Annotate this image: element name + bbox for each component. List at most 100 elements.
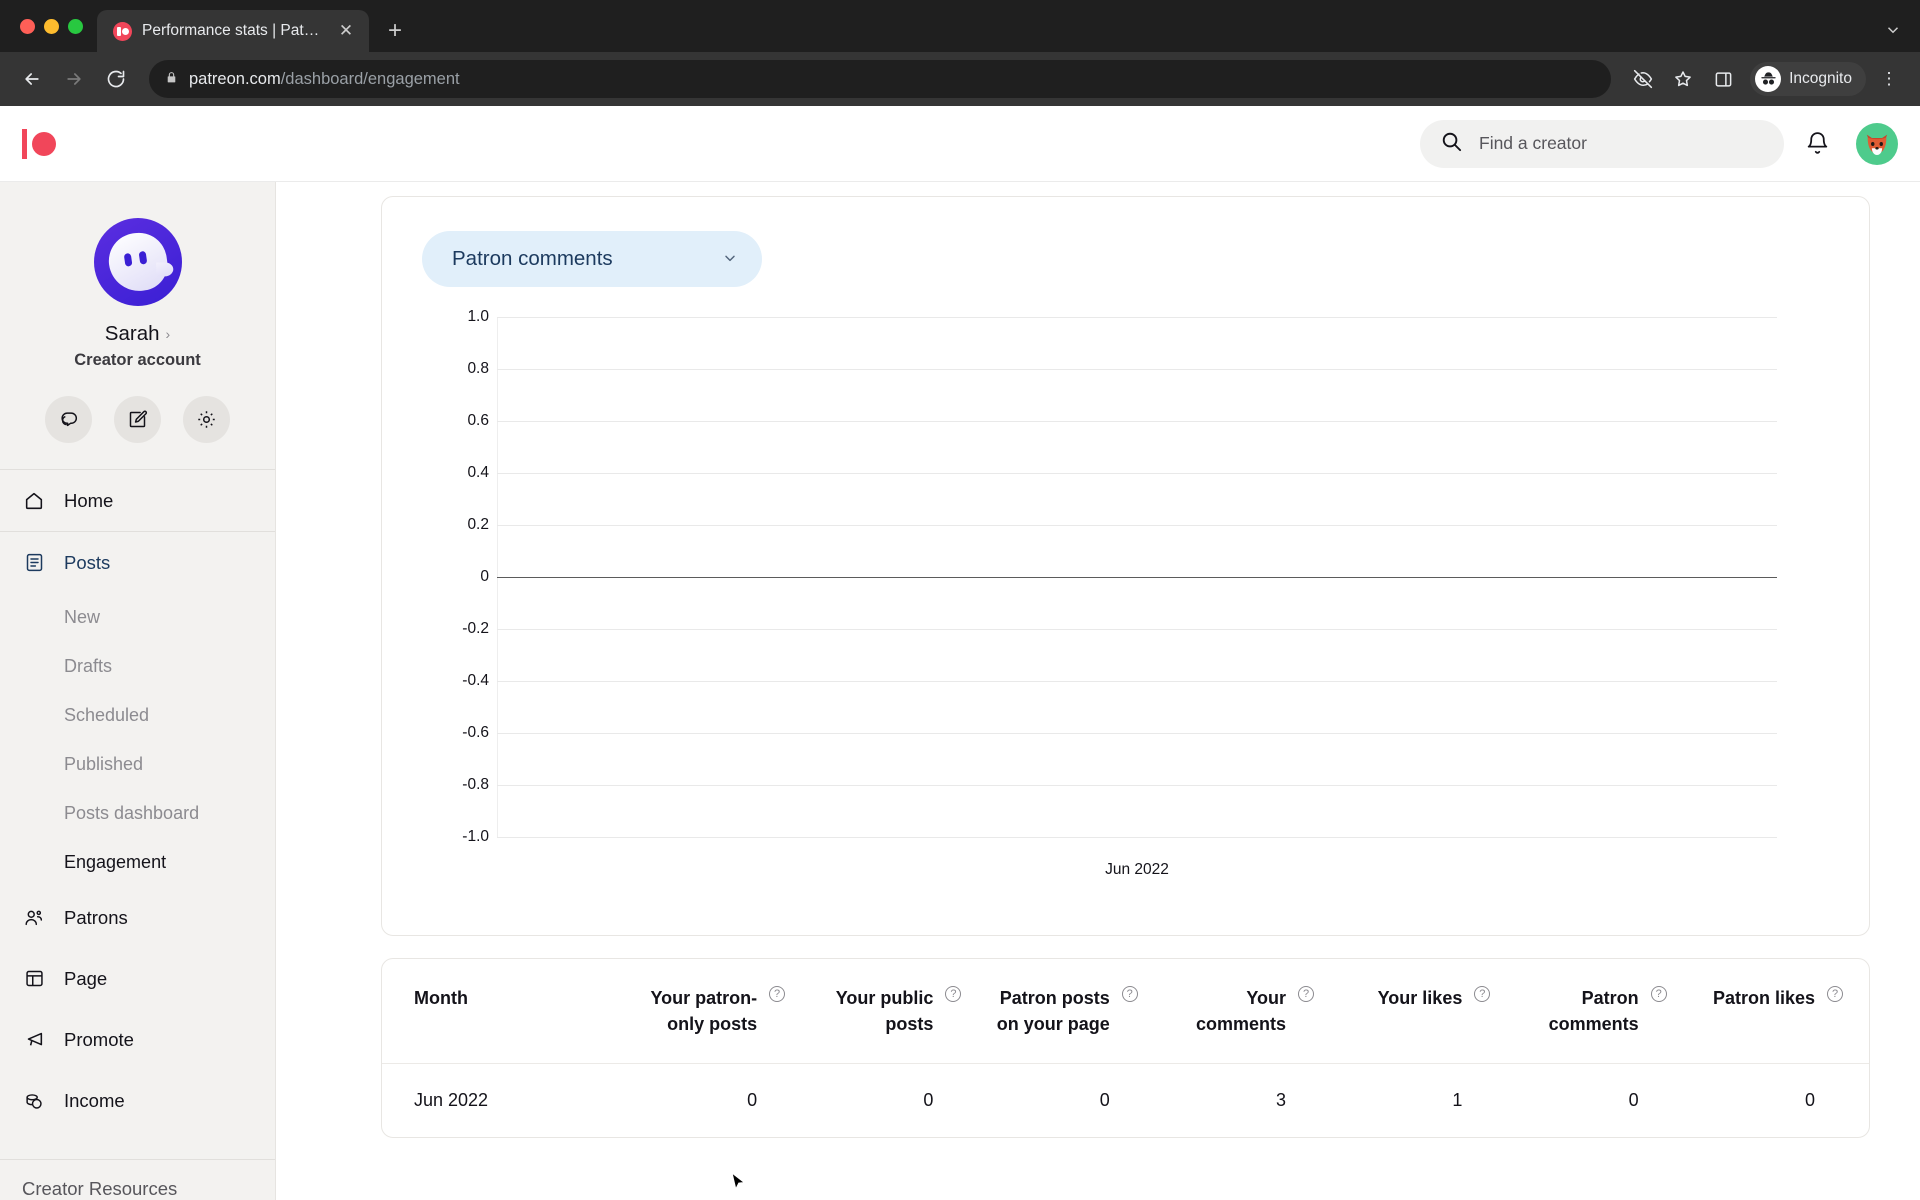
column-header-month[interactable]: Month: [382, 959, 635, 1064]
user-avatar[interactable]: [1856, 122, 1898, 165]
sidebar-item-income[interactable]: Income: [0, 1070, 275, 1131]
settings-button[interactable]: [183, 396, 230, 443]
help-icon[interactable]: ?: [1827, 986, 1843, 1002]
forward-button[interactable]: [56, 61, 92, 97]
main-content: Patron comments 1.0 0.8 0.6 0.4 0.2 0 -0.2 -0.4…: [276, 182, 1920, 1200]
help-icon[interactable]: ?: [1650, 986, 1667, 1002]
site-header: Find a creator: [0, 106, 1920, 182]
cell-your-patron-only-posts: 0: [634, 1063, 812, 1138]
sidebar-nav: Home Posts New Drafts Scheduled Publishe…: [0, 470, 275, 1131]
window-controls[interactable]: [12, 0, 97, 52]
chart-zero-line: [497, 577, 1777, 578]
y-axis-tick-label: 0.4: [467, 464, 489, 481]
cell-patron-likes: 0: [1692, 1063, 1869, 1138]
url-domain: patreon.com: [189, 69, 281, 88]
profile-name: Sarah: [104, 322, 160, 345]
column-header-label: Your comments: [1196, 988, 1287, 1035]
quick-actions: [45, 396, 230, 443]
sidebar-item-home[interactable]: Home: [0, 470, 275, 531]
profile-avatar[interactable]: [93, 218, 182, 306]
help-icon[interactable]: ?: [1298, 986, 1315, 1002]
chart-gridline: [497, 681, 1777, 682]
sidebar-footer[interactable]: Creator Resources: [0, 1159, 275, 1200]
sidebar-subitem-engagement[interactable]: Engagement: [0, 838, 275, 887]
url-text: patreon.com/dashboard/engagement: [189, 70, 460, 89]
cell-patron-posts-on-your-page: 0: [987, 1063, 1164, 1138]
sidebar-subitem-posts-dashboard[interactable]: Posts dashboard: [0, 789, 275, 838]
megaphone-icon: [22, 1029, 46, 1051]
back-button[interactable]: [14, 61, 50, 97]
patreon-logo-link[interactable]: [0, 128, 276, 159]
tab-list-chevron-icon[interactable]: [1884, 21, 1902, 43]
chart-gridline: [497, 837, 1777, 838]
metric-dropdown[interactable]: Patron comments: [422, 231, 762, 287]
sidebar-subitem-drafts[interactable]: Drafts: [0, 642, 275, 691]
search-creator-field[interactable]: Find a creator: [1420, 119, 1784, 168]
search-placeholder: Find a creator: [1479, 133, 1587, 153]
chrome-menu-icon[interactable]: ⋮: [1872, 62, 1906, 96]
sidebar-subitem-scheduled[interactable]: Scheduled: [0, 691, 275, 740]
address-bar[interactable]: patreon.com/dashboard/engagement: [149, 60, 1612, 98]
new-tab-button[interactable]: +: [377, 13, 413, 49]
help-icon[interactable]: ?: [769, 986, 786, 1002]
sidebar-item-promote[interactable]: Promote: [0, 1009, 275, 1070]
sidebar-subitem-new[interactable]: New: [0, 593, 275, 642]
minimize-window-button[interactable]: [44, 18, 59, 34]
column-header-label: Month: [414, 988, 468, 1008]
help-icon[interactable]: ?: [1121, 986, 1138, 1002]
side-panel-icon[interactable]: [1706, 62, 1740, 96]
tracking-protection-icon[interactable]: [1626, 62, 1660, 96]
sidebar-item-patrons[interactable]: Patrons: [0, 887, 275, 948]
column-header-your-comments[interactable]: Your comments?: [1164, 959, 1340, 1064]
cell-your-comments: 3: [1163, 1063, 1341, 1138]
creator-resources-label: Creator Resources: [22, 1178, 178, 1199]
chevron-down-icon: [722, 250, 738, 269]
sidebar-item-page[interactable]: Page: [0, 948, 275, 1009]
maximize-window-button[interactable]: [68, 18, 83, 34]
sidebar-item-label: Income: [64, 1089, 125, 1111]
compose-button[interactable]: [114, 396, 161, 443]
home-icon: [22, 490, 46, 512]
y-axis-tick-label: -1.0: [462, 828, 489, 845]
close-window-button[interactable]: [20, 18, 35, 34]
column-header-label: Patron posts on your page: [996, 988, 1110, 1035]
posts-icon: [22, 552, 46, 573]
patreon-favicon-icon: [113, 21, 132, 41]
help-icon[interactable]: ?: [945, 986, 962, 1002]
url-path: /dashboard/engagement: [280, 69, 460, 88]
page-icon: [22, 968, 46, 989]
notifications-button[interactable]: [1790, 117, 1844, 171]
column-header-your-likes[interactable]: Your likes?: [1340, 959, 1516, 1064]
profile-name-row[interactable]: Sarah ›: [105, 322, 170, 346]
close-tab-icon[interactable]: ✕: [333, 18, 359, 44]
patreon-page: Find a creator Sarah › Creator account H…: [0, 106, 1920, 1200]
profile-role: Creator account: [74, 351, 201, 369]
column-header-your-patron-only-posts[interactable]: Your patron-only posts?: [635, 959, 811, 1064]
table-header-row: Month Your patron-only posts? Your publi…: [382, 959, 1869, 1064]
sidebar-subitem-published[interactable]: Published: [0, 740, 275, 789]
chart-gridline: [497, 369, 1777, 370]
messages-button[interactable]: [45, 396, 92, 443]
engagement-table-card: Month Your patron-only posts? Your publi…: [381, 958, 1870, 1139]
search-icon: [1440, 130, 1463, 158]
column-header-patron-comments[interactable]: Patron comments?: [1516, 959, 1692, 1064]
column-header-patron-posts-on-your-page[interactable]: Patron posts on your page?: [987, 959, 1163, 1064]
browser-tab[interactable]: Performance stats | Patreon ✕: [97, 10, 369, 52]
chart-gridline: [497, 317, 1777, 318]
sidebar-item-posts[interactable]: Posts: [0, 532, 275, 593]
sidebar-profile: Sarah › Creator account: [0, 182, 275, 469]
column-header-your-public-posts[interactable]: Your public posts?: [811, 959, 987, 1064]
x-axis-tick-label: Jun 2022: [1105, 861, 1169, 878]
column-header-label: Your public posts: [835, 988, 934, 1035]
table-row: Jun 2022 0 0 0 3 1 0 0: [382, 1063, 1869, 1138]
column-header-label: Patron likes: [1712, 988, 1815, 1008]
page-body: Sarah › Creator account Home Posts New D…: [0, 182, 1920, 1200]
incognito-indicator[interactable]: Incognito: [1750, 62, 1866, 96]
bookmark-star-icon[interactable]: [1666, 62, 1700, 96]
reload-button[interactable]: [98, 61, 134, 97]
y-axis-tick-label: 0: [480, 568, 489, 585]
metric-dropdown-label: Patron comments: [452, 247, 613, 270]
mouse-cursor: [731, 1171, 747, 1194]
help-icon[interactable]: ?: [1474, 986, 1491, 1002]
column-header-patron-likes[interactable]: Patron likes?: [1693, 959, 1869, 1064]
